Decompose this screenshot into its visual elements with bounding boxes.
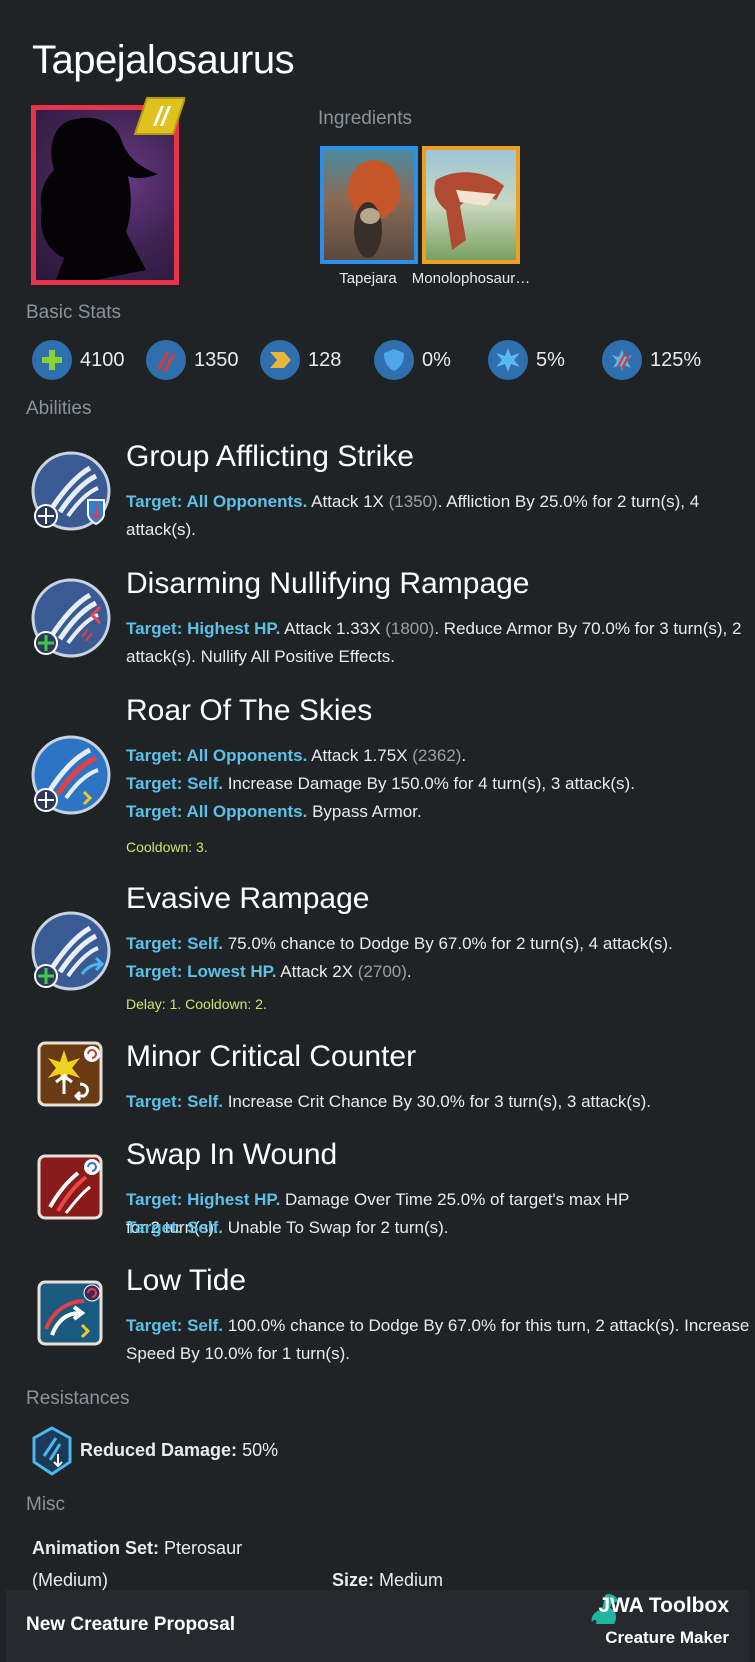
size-value: Medium (379, 1570, 444, 1590)
dodge-speed-icon (30, 1279, 112, 1361)
animation-set-label: Animation Set: (32, 1538, 160, 1558)
ability-name: Group Afflicting Strike (126, 440, 414, 473)
resistance-value: 50% (242, 1440, 279, 1460)
stat-health-value: 4100 (80, 348, 125, 371)
stat-crit-multiplier-value: 125% (650, 348, 702, 371)
ability-target: Target: Highest HP. (126, 1190, 281, 1209)
counter-crit-icon (30, 1040, 112, 1122)
ability-effect-text: Unable To Swap for 2 turn(s). (222, 1218, 449, 1237)
ingredient-card-monolophosaurus[interactable] (422, 146, 520, 264)
ability-effect-line: Target: All Opponents. Bypass Armor. (126, 798, 755, 826)
ability-effect-text: . (461, 746, 467, 765)
resistance-label: Reduced Damage: (80, 1440, 238, 1460)
ingredient-name-monolophosaurus: Monolophosaur… (411, 270, 531, 287)
stat-armor: 0% (374, 340, 451, 380)
ability-effect-text: Attack 2X (276, 962, 358, 981)
ability-effect-text: Bypass Armor. (307, 802, 422, 821)
ingredient-card-tapejara[interactable] (320, 146, 418, 264)
stat-damage: 1350 (146, 340, 239, 380)
stat-health: 4100 (32, 340, 125, 380)
ability-target: Target: Self. (126, 1218, 223, 1237)
claw-strike-icon (30, 450, 112, 532)
ability-effect-text: Increase Damage By 150.0% for 4 turn(s),… (222, 774, 635, 793)
ability-effect-text: Attack 1.33X (280, 619, 386, 638)
abilities-heading: Abilities (26, 398, 92, 419)
damage-icon (146, 340, 186, 380)
ability-name: Low Tide (126, 1264, 247, 1297)
ability-target: Target: Highest HP. (126, 619, 281, 638)
footer-title: New Creature Proposal (26, 1614, 236, 1635)
ability-target: Target: Self. (126, 774, 223, 793)
reduced-damage-icon (30, 1426, 74, 1476)
ability-target: Target: All Opponents. (126, 746, 308, 765)
ability-effect-line: Target: Lowest HP. Attack 2X (2700). (126, 958, 755, 986)
misc-heading: Misc (26, 1494, 66, 1515)
creature-name: Tapejalosaurus (32, 38, 295, 82)
ability-damage-number: (2700) (357, 962, 407, 981)
rampage-claw-icon (30, 577, 112, 659)
ingredients-heading: Ingredients (318, 108, 413, 129)
health-icon (32, 340, 72, 380)
ability-effect-line: Target: Self. Increase Damage By 150.0% … (126, 770, 755, 798)
resistance-reduced-damage: Reduced Damage: 50% (80, 1440, 278, 1461)
ability-effect-text: . (406, 962, 412, 981)
misc-animation-set: Animation Set: Pterosaur (32, 1538, 242, 1559)
crit-chance-icon (488, 340, 528, 380)
stat-damage-value: 1350 (194, 348, 239, 371)
ability-name: Minor Critical Counter (126, 1040, 417, 1073)
ability-name: Roar Of The Skies (126, 694, 373, 727)
ability-name: Evasive Rampage (126, 882, 370, 915)
animation-set-value: Pterosaur (164, 1538, 243, 1558)
stat-crit-multiplier: 125% (602, 340, 701, 380)
animation-set-size: (Medium) (32, 1570, 109, 1590)
footer-bar: New Creature Proposal JWA Toolbox Creatu… (6, 1590, 749, 1662)
stat-crit-chance: 5% (488, 340, 565, 380)
ability-effect-text: Attack 1.75X (307, 746, 413, 765)
basic-stats-heading: Basic Stats (26, 302, 122, 323)
ability-effect-text: 75.0% chance to Dodge By 67.0% for 2 tur… (222, 934, 673, 953)
ability-target: Target: Self. (126, 1316, 223, 1335)
ability-effect-line: Target: Self. Increase Crit Chance By 30… (126, 1088, 755, 1116)
stat-crit-chance-value: 5% (536, 348, 565, 371)
ability-damage-number: (1800) (385, 619, 435, 638)
ability-delay-cooldown: Delay: 1. Cooldown: 2. (126, 996, 267, 1012)
ability-target: Target: Self. (126, 934, 223, 953)
evasive-claw-icon (30, 910, 112, 992)
ability-effect-line: Target: All Opponents. Attack 1X (1350).… (126, 488, 755, 544)
ability-effect-text: Increase Crit Chance By 30.0% for 3 turn… (222, 1092, 651, 1111)
swap-wound-icon (30, 1153, 112, 1235)
footer-subtitle: Creature Maker (605, 1628, 729, 1647)
ability-target: Target: Lowest HP. (126, 962, 277, 981)
roar-claw-icon (30, 734, 112, 816)
ability-effect-line: Target: Self. Unable To Swap for 2 turn(… (126, 1214, 636, 1242)
ability-target: Target: Self. (126, 1092, 223, 1111)
ingredient-name-tapejara: Tapejara (339, 270, 397, 287)
rarity-badge (133, 96, 187, 136)
ability-target: Target: All Opponents. (126, 492, 308, 511)
stat-speed: 128 (260, 340, 341, 380)
resistances-heading: Resistances (26, 1388, 130, 1409)
speed-icon (260, 340, 300, 380)
ability-effect-line: Target: Self. 100.0% chance to Dodge By … (126, 1312, 755, 1368)
ability-effect-text: Attack 1X (307, 492, 389, 511)
crit-multiplier-icon (602, 340, 642, 380)
ability-effect-line: Target: All Opponents. Attack 1.75X (236… (126, 742, 755, 770)
armor-icon (374, 340, 414, 380)
stat-armor-value: 0% (422, 348, 451, 371)
size-label: Size: (332, 1570, 375, 1590)
ability-name: Swap In Wound (126, 1138, 338, 1171)
ability-target: Target: All Opponents. (126, 802, 308, 821)
misc-size: Size: Medium (332, 1570, 443, 1591)
ability-damage-number: (1350) (388, 492, 438, 511)
footer-brand: JWA Toolbox (598, 1594, 729, 1617)
ability-effect-line: Target: Highest HP. Attack 1.33X (1800).… (126, 615, 755, 671)
stat-speed-value: 128 (308, 348, 342, 371)
ability-name: Disarming Nullifying Rampage (126, 567, 530, 600)
ability-damage-number: (2362) (412, 746, 462, 765)
ability-effect-line: Target: Self. 75.0% chance to Dodge By 6… (126, 930, 755, 958)
ability-cooldown: Cooldown: 3. (126, 839, 208, 855)
